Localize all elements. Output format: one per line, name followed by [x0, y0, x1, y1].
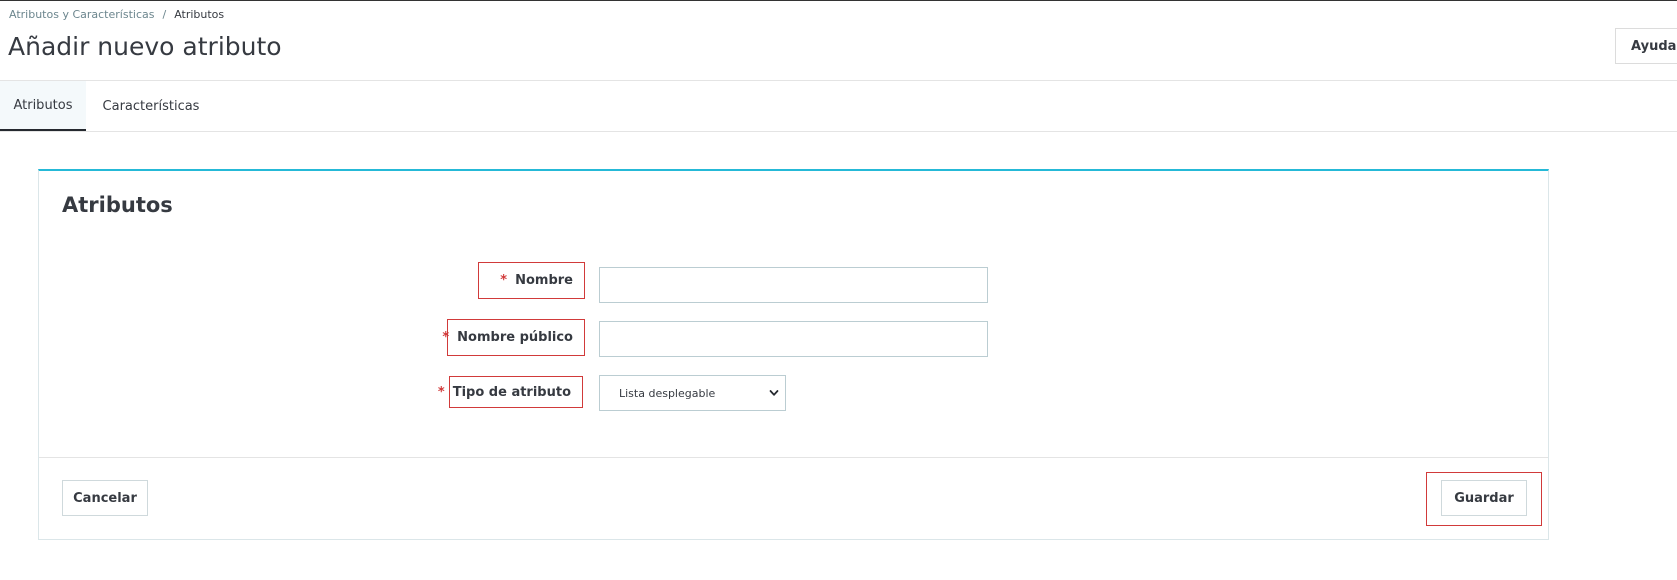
attribute-type-label: * Tipo de atributo [438, 376, 583, 408]
attribute-type-selected-value: Lista desplegable [619, 386, 716, 400]
public-name-input[interactable] [599, 321, 988, 357]
attribute-type-label-text: Tipo de atributo [452, 384, 571, 400]
attribute-type-select[interactable]: Lista desplegable [599, 375, 786, 411]
public-name-label-text: Nombre público [457, 330, 573, 345]
card-footer-divider [39, 457, 1548, 458]
required-marker: * [437, 384, 445, 400]
page-title: Añadir nuevo atributo [8, 32, 282, 61]
tab-features[interactable]: Características [86, 81, 216, 132]
required-marker: * [442, 330, 450, 345]
tab-attributes-label: Atributos [13, 97, 73, 113]
chevron-down-icon [769, 390, 779, 396]
name-input[interactable] [599, 267, 988, 303]
breadcrumb-current: Atributos [174, 8, 225, 21]
tab-features-label: Características [102, 99, 200, 114]
breadcrumb: Atributos y Características / Atributos [9, 8, 224, 21]
window-top-border [0, 0, 1677, 1]
required-marker: * [500, 273, 508, 288]
breadcrumb-parent-link[interactable]: Atributos y Características [9, 8, 154, 21]
breadcrumb-separator: / [162, 8, 167, 21]
save-button[interactable]: Guardar [1441, 480, 1527, 516]
card-title: Atributos [62, 193, 173, 217]
name-label: * Nombre [478, 262, 585, 299]
tab-attributes[interactable]: Atributos [0, 81, 86, 132]
attribute-form-card: Atributos * Nombre * Nombre público * Ti… [38, 169, 1549, 540]
name-label-text: Nombre [515, 273, 573, 288]
help-button[interactable]: Ayuda [1615, 28, 1677, 64]
public-name-label: * Nombre público [442, 319, 585, 356]
tabs-divider [0, 131, 1677, 132]
tab-bar: Atributos Características [0, 81, 1677, 132]
cancel-button[interactable]: Cancelar [62, 480, 148, 516]
